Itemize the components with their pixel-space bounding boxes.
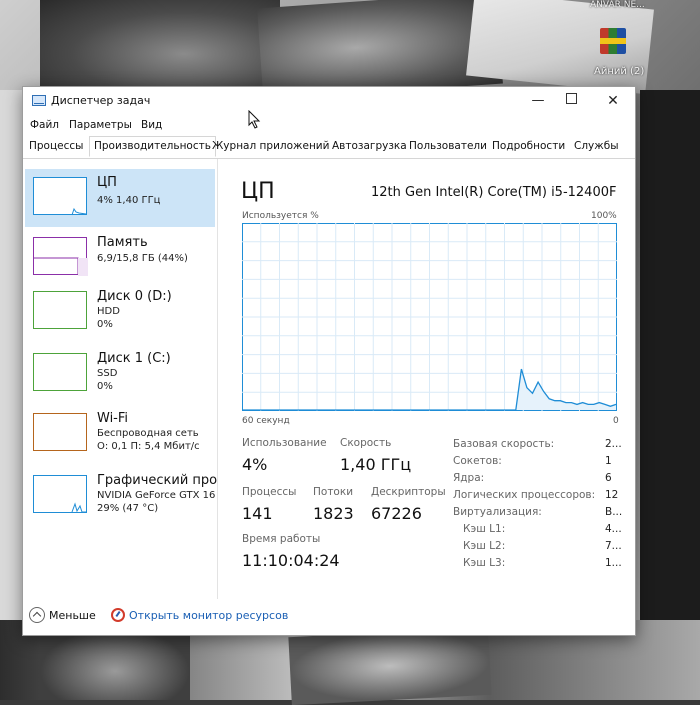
- sidebar-item-title: Память: [97, 235, 148, 250]
- spec-label: Кэш L1:: [463, 523, 506, 535]
- graph-y-label: Используется %: [242, 211, 319, 221]
- menu-bar: Файл Параметры Вид: [23, 115, 635, 135]
- fewer-details-button[interactable]: Меньше: [49, 609, 96, 622]
- threads-label: Потоки: [313, 486, 354, 498]
- sidebar-item-title: Wi-Fi: [97, 411, 129, 426]
- processes-value: 141: [242, 504, 273, 523]
- spec-value: 4...: [605, 523, 622, 535]
- spec-label: Виртуализация:: [453, 506, 542, 518]
- window-title: Диспетчер задач: [51, 94, 151, 107]
- uptime-label: Время работы: [242, 533, 321, 545]
- close-button[interactable]: ✕: [598, 91, 628, 111]
- cpu-usage-graph: [242, 223, 617, 411]
- sidebar-item-cpu[interactable]: ЦП 4% 1,40 ГГц: [25, 169, 215, 227]
- tab-processes[interactable]: Процессы: [29, 140, 83, 152]
- spec-value: 1: [605, 455, 612, 467]
- sidebar-item-detail: 0%: [97, 319, 113, 330]
- cpu-model-name: 12th Gen Intel(R) Core(TM) i5-12400F: [371, 185, 617, 200]
- speed-value: 1,40 ГГц: [340, 455, 412, 474]
- sidebar-item-detail: HDD: [97, 306, 120, 317]
- spec-value: 7...: [605, 540, 622, 552]
- usage-value: 4%: [242, 455, 268, 474]
- sidebar-item-memory[interactable]: Память 6,9/15,8 ГБ (44%): [25, 229, 215, 287]
- sidebar-item-detail: О: 0,1 П: 5,4 Мбит/с: [97, 441, 200, 452]
- tab-startup[interactable]: Автозагрузка: [332, 140, 407, 152]
- spec-label: Ядра:: [453, 472, 485, 484]
- spec-value: 6: [605, 472, 612, 484]
- uptime-value: 11:10:04:24: [242, 551, 340, 570]
- tab-details[interactable]: Подробности: [492, 140, 565, 152]
- wallpaper-photo: [640, 90, 700, 630]
- spec-label: Сокетов:: [453, 455, 502, 467]
- cpu-detail-panel: ЦП 12th Gen Intel(R) Core(TM) i5-12400F …: [223, 159, 623, 599]
- sidebar-item-detail: SSD: [97, 368, 118, 379]
- task-manager-icon: [32, 95, 46, 106]
- chevron-up-icon[interactable]: [29, 607, 45, 623]
- sidebar-item-title: ЦП: [97, 175, 117, 190]
- wallpaper-photo: [288, 626, 492, 705]
- winrar-archive-icon[interactable]: [596, 24, 630, 58]
- wallpaper-photo: [40, 0, 280, 90]
- desktop-icon-label[interactable]: Айний (2): [594, 66, 644, 77]
- cpu-thumbnail-graph: [33, 177, 87, 216]
- spec-label: Кэш L3:: [463, 557, 506, 569]
- sidebar-item-gpu[interactable]: Графический про NVIDIA GeForce GTX 166 2…: [25, 467, 218, 525]
- handles-label: Дескрипторы: [371, 486, 446, 498]
- sidebar-item-title: Диск 1 (C:): [97, 351, 171, 366]
- minimize-button[interactable]: —: [523, 91, 553, 111]
- sidebar-item-title: Графический про: [97, 473, 218, 488]
- spec-value: 1...: [605, 557, 622, 569]
- memory-thumbnail-graph: [33, 237, 88, 276]
- speed-label: Скорость: [340, 437, 392, 449]
- sidebar-item-wifi[interactable]: Wi-Fi Беспроводная сеть О: 0,1 П: 5,4 Мб…: [25, 405, 215, 463]
- spec-label: Логических процессоров:: [453, 489, 596, 501]
- menu-options[interactable]: Параметры: [69, 119, 132, 131]
- sidebar-item-detail: 4% 1,40 ГГц: [97, 195, 161, 206]
- disk0-thumbnail-graph: [33, 291, 87, 329]
- footer-bar: Меньше Открыть монитор ресурсов: [23, 599, 635, 635]
- spec-value: В...: [605, 506, 623, 518]
- spec-label: Базовая скорость:: [453, 438, 555, 450]
- graph-max-label: 100%: [591, 211, 617, 221]
- sidebar-item-title: Диск 0 (D:): [97, 289, 172, 304]
- mouse-cursor-icon: [248, 110, 261, 129]
- sidebar-item-detail: 0%: [97, 381, 113, 392]
- threads-value: 1823: [313, 504, 354, 523]
- page-title: ЦП: [241, 179, 275, 204]
- resource-monitor-icon[interactable]: [111, 608, 125, 622]
- spec-label: Кэш L2:: [463, 540, 506, 552]
- sidebar-item-disk-1[interactable]: Диск 1 (C:) SSD 0%: [25, 345, 215, 403]
- maximize-button[interactable]: [556, 91, 586, 111]
- desktop-top-label: ANVAR NE...: [590, 0, 645, 10]
- sidebar-item-disk-0[interactable]: Диск 0 (D:) HDD 0%: [25, 283, 215, 341]
- resource-list: ЦП 4% 1,40 ГГц Память 6,9/15,8 ГБ (44%) …: [23, 159, 218, 599]
- tab-services[interactable]: Службы: [574, 140, 618, 152]
- sidebar-item-detail: 6,9/15,8 ГБ (44%): [97, 253, 188, 264]
- maximize-icon: [565, 93, 577, 104]
- title-bar[interactable]: Диспетчер задач — ✕: [23, 87, 635, 115]
- usage-label: Использование: [242, 437, 327, 449]
- open-resource-monitor-link[interactable]: Открыть монитор ресурсов: [129, 609, 288, 622]
- spec-value: 2...: [605, 438, 622, 450]
- handles-value: 67226: [371, 504, 422, 523]
- spec-value: 12: [605, 489, 619, 501]
- tab-bar: Процессы Производительность Журнал прило…: [23, 136, 635, 159]
- task-manager-window: Диспетчер задач — ✕ Файл Параметры Вид П…: [22, 86, 636, 636]
- graph-min-label: 0: [613, 416, 619, 426]
- disk1-thumbnail-graph: [33, 353, 87, 391]
- gpu-thumbnail-graph: [33, 475, 87, 513]
- tab-app-history[interactable]: Журнал приложений: [212, 140, 329, 152]
- menu-view[interactable]: Вид: [141, 119, 162, 131]
- menu-file[interactable]: Файл: [30, 119, 59, 131]
- processes-label: Процессы: [242, 486, 297, 498]
- graph-time-label: 60 секунд: [242, 416, 290, 426]
- sidebar-item-detail: Беспроводная сеть: [97, 428, 199, 439]
- tab-performance[interactable]: Производительность: [89, 136, 216, 157]
- wallpaper-photo: [0, 90, 22, 630]
- wifi-thumbnail-graph: [33, 413, 87, 451]
- sidebar-item-detail: 29% (47 °C): [97, 503, 159, 514]
- sidebar-item-detail: NVIDIA GeForce GTX 166: [97, 490, 215, 501]
- tab-users[interactable]: Пользователи: [409, 140, 487, 152]
- wallpaper-photo: [40, 628, 190, 700]
